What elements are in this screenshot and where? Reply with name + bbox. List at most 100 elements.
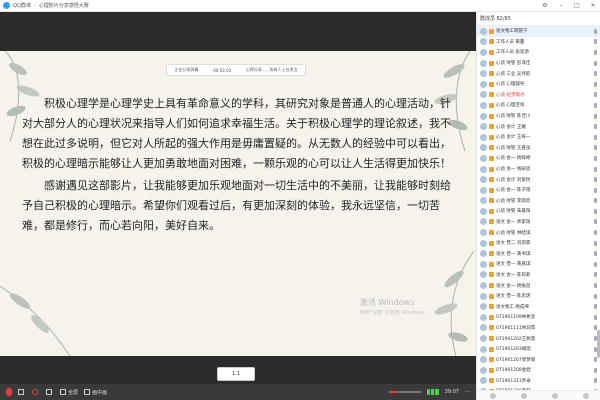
member-name: 心侦 会计 王耀 (496, 124, 526, 130)
role-badge-icon (489, 208, 494, 214)
avatar (480, 165, 487, 173)
member-item[interactable]: 心侦 会一 陈子雨 (477, 185, 600, 196)
member-item[interactable]: 071901202王佩蓉 (477, 333, 600, 344)
avatar (480, 260, 487, 268)
close-icon[interactable]: ✕ (588, 1, 598, 10)
bottom-toolbar: 全屏 画中画 39:07 ⋯ (0, 384, 476, 400)
member-mic-icon (594, 251, 597, 257)
member-item[interactable]: 心侦 心理咨询 (477, 100, 600, 111)
minimize-icon[interactable]: – (556, 1, 566, 10)
role-badge-icon (489, 272, 494, 278)
watermark-title: 激活 Windows (360, 298, 415, 307)
member-item[interactable]: 心侦 财管 朱嘉阳 (477, 206, 600, 217)
member-item[interactable]: 语文物工网管宁 (477, 26, 600, 37)
avatar (480, 218, 487, 226)
avatar (480, 123, 487, 131)
member-name: 071901109林彬澎 (496, 315, 536, 321)
member-item[interactable]: 心侦 财管 陈佳川 (477, 111, 600, 122)
member-mic-icon (594, 113, 597, 119)
member-item[interactable]: 语文 会一 杨振昌 (477, 280, 600, 291)
record-button[interactable] (32, 389, 40, 395)
pip-button[interactable]: 画中画 (84, 389, 107, 396)
role-badge-icon (489, 261, 494, 267)
member-item[interactable]: 工作人员 张思源 (477, 47, 600, 58)
member-item[interactable]: 071901208金碧 (477, 365, 600, 376)
member-name: 语文 会一 陈莉莉 (496, 272, 531, 278)
fullscreen-button[interactable]: 全屏 (60, 389, 78, 396)
member-item[interactable]: 心侦 心理辅导 (477, 79, 600, 90)
role-badge-icon (489, 113, 494, 119)
member-item[interactable]: 071901109林彬澎 (477, 312, 600, 323)
member-mic-icon (594, 39, 597, 45)
member-mic-icon (594, 272, 597, 278)
member-name: 071901208金碧 (496, 368, 531, 374)
volume-slider[interactable] (388, 391, 421, 393)
maximize-icon[interactable]: □ (572, 1, 582, 10)
role-badge-icon (489, 283, 494, 289)
avatar (480, 186, 487, 194)
member-item[interactable]: 语文 会一 陈莉莉 (477, 270, 600, 281)
member-item[interactable]: 心侦 财管 王嘉汝 (477, 143, 600, 154)
picture-in-picture-icon (84, 389, 91, 395)
member-item[interactable]: 心侦 会计 王耀 (477, 121, 600, 132)
member-item[interactable]: 语文物工 杨成坤 (477, 301, 600, 312)
member-item[interactable]: 071901203姚雨 (477, 344, 600, 355)
member-item[interactable]: 心侦 工业 吴伟航 (477, 68, 600, 79)
footer-icon[interactable] (520, 392, 527, 399)
member-item[interactable]: 071901207郭梦雨 (477, 354, 600, 365)
member-item[interactable]: 语文 营一 陈思玥 (477, 291, 600, 302)
ratio-button[interactable]: 1:1 (217, 367, 255, 381)
avatar (480, 27, 487, 35)
avatar (480, 239, 487, 247)
member-name: 心侦 财管 朱嘉阳 (496, 209, 531, 215)
member-mic-icon (594, 81, 597, 87)
mic-button[interactable] (6, 388, 12, 396)
member-item[interactable]: 语文 会一 师家瑞 (477, 217, 600, 228)
avatar (480, 207, 487, 215)
role-badge-icon (489, 166, 494, 172)
role-badge-icon (489, 187, 494, 193)
member-item[interactable]: 心侦-赵梦雨丹 (477, 90, 600, 101)
member-name: 071901202王佩蓉 (496, 336, 536, 342)
watermark-subtitle: 转到"设置"以激活 Windows。 (360, 310, 429, 316)
avatar (480, 250, 487, 258)
member-item[interactable]: 语文 营二 刘雨霏 (477, 238, 600, 249)
member-item[interactable]: 071901313罗卓 (477, 376, 600, 387)
member-item[interactable]: 心侦 财管 彭泽佳 (477, 58, 600, 69)
member-item[interactable]: 语文 营一 黄嘉琪 (477, 259, 600, 270)
role-badge-icon (489, 198, 494, 204)
member-item[interactable]: 心侦 财管 李雨欣 (477, 196, 600, 207)
avatar (480, 303, 487, 311)
speaker-button[interactable] (46, 389, 54, 395)
member-mic-icon (594, 155, 597, 161)
more-icon[interactable]: ⋯ (465, 389, 470, 395)
avatar (480, 91, 487, 99)
qq-logo-icon (3, 2, 10, 9)
avatar (480, 133, 487, 141)
footer-icon[interactable] (582, 392, 589, 399)
camera-button[interactable] (18, 389, 26, 395)
member-item[interactable]: 心侦 会计 王梓一 (477, 132, 600, 143)
footer-icon[interactable] (489, 392, 496, 399)
member-item[interactable]: 心侦 会计 刘紫怡 (477, 174, 600, 185)
member-name: 语文 营一 陈思玥 (496, 294, 531, 300)
member-name: 071901203姚雨 (496, 347, 531, 353)
member-mic-icon (594, 60, 597, 66)
member-item[interactable]: 心侦 会一 杨辉婷 (477, 153, 600, 164)
footer-icon[interactable] (551, 392, 558, 399)
share-timer: 00:03:03 (213, 67, 232, 73)
app-name: QQ群课 (13, 3, 31, 9)
member-item[interactable]: 071901111林润萍 (477, 323, 600, 334)
avatar (480, 144, 487, 152)
member-item[interactable]: 心侦 会一 钱研思 (477, 164, 600, 175)
avatar (480, 176, 487, 184)
member-item[interactable]: 心侦 财管 林哈琪 (477, 227, 600, 238)
avatar (480, 345, 487, 353)
role-badge-icon (489, 346, 494, 352)
member-item[interactable]: 语文 营一 黄书琪 (477, 248, 600, 259)
settings-icon[interactable]: ⚙ (540, 1, 550, 10)
role-badge-icon (489, 378, 494, 384)
screen-share-bar[interactable]: 正在分享屏幕 00:03:03 心得分享......所有人上台发言 (166, 64, 306, 76)
member-name: 心侦 工业 吴伟航 (496, 71, 531, 77)
member-item[interactable]: 工作人员 黄蔓 (477, 37, 600, 48)
